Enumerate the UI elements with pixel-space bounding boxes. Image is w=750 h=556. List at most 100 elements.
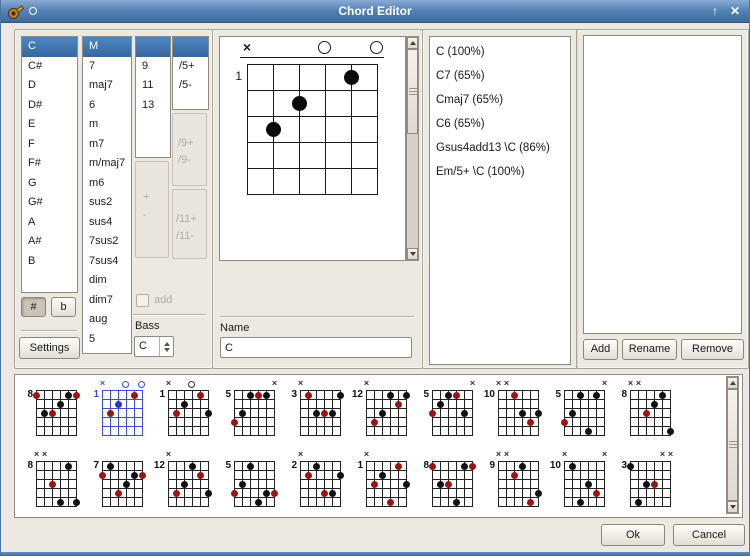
chord-voicing-diagram[interactable]: 8 — [416, 451, 478, 511]
finger-dot[interactable] — [292, 96, 307, 111]
root-item[interactable]: E — [22, 115, 77, 135]
combo-spinner-icon[interactable] — [159, 337, 173, 356]
settings-button[interactable]: Settings — [19, 337, 80, 359]
chord-voicing-diagram[interactable]: 10 × × — [548, 450, 610, 511]
separator — [220, 316, 414, 318]
alteration-5-item[interactable]: /5+ — [173, 57, 208, 77]
root-item[interactable]: D# — [22, 96, 77, 116]
chord-name-input[interactable] — [220, 337, 412, 358]
library-list[interactable] — [583, 35, 742, 334]
bass-combo[interactable]: C — [134, 336, 174, 357]
chord-voicing-diagram[interactable]: 5 × — [548, 379, 610, 440]
chord-name-item[interactable]: Em/5+ \C (100%) — [430, 160, 570, 184]
voicings-panel: 8 1 × 1 × 5 × 3 × 12 × 5 × 10 × × 5 × 8 × × 8 × × 7 12 × 5 2 × 1 × 8 9 × × 1… — [14, 374, 743, 518]
type-item[interactable]: m — [83, 115, 131, 135]
type-item[interactable]: 7sus2 — [83, 232, 131, 252]
extension-item[interactable]: 13 — [136, 96, 170, 116]
add-button[interactable]: Add — [583, 339, 618, 360]
type-item[interactable]: m/maj7 — [83, 154, 131, 174]
diagram-editor-canvas[interactable]: 1 × — [219, 36, 406, 261]
root-item[interactable]: F# — [22, 154, 77, 174]
scroll-up-icon[interactable] — [727, 377, 738, 389]
chord-voicing-diagram[interactable]: 12 × — [152, 450, 214, 511]
muted-string-marker[interactable]: × — [241, 39, 253, 55]
editor-scrollbar[interactable] — [406, 36, 419, 261]
chord-voicing-diagram[interactable]: 8 × × — [614, 379, 676, 440]
chord-name-item[interactable]: C (100%) — [430, 40, 570, 64]
chord-voicing-diagram[interactable]: 8 × × — [20, 450, 82, 511]
chord-voicing-diagram[interactable]: 5 × — [218, 379, 280, 440]
sharp-button[interactable]: # — [21, 297, 46, 317]
type-item[interactable]: 6 — [83, 96, 131, 116]
chord-name-item[interactable]: C7 (65%) — [430, 64, 570, 88]
type-item[interactable]: 7sus4 — [83, 252, 131, 272]
chord-voicing-diagram[interactable]: 9 × × — [482, 450, 544, 511]
scroll-down-icon[interactable] — [407, 248, 418, 260]
ok-button[interactable]: Ok — [601, 524, 665, 546]
scroll-down-icon[interactable] — [727, 501, 738, 513]
root-item[interactable]: G — [22, 174, 77, 194]
type-item[interactable]: M — [83, 37, 131, 57]
chord-voicing-diagram[interactable]: 3 × × — [614, 450, 676, 511]
chord-voicing-diagram[interactable]: 12 × — [350, 379, 412, 440]
type-item[interactable]: sus2 — [83, 193, 131, 213]
chord-voicing-diagram[interactable]: 10 × × — [482, 379, 544, 440]
chord-voicing-diagram[interactable]: 7 — [86, 451, 148, 511]
root-item[interactable]: C# — [22, 57, 77, 77]
extension-item[interactable] — [136, 37, 170, 57]
root-item[interactable]: B — [22, 252, 77, 272]
type-item[interactable]: dim — [83, 271, 131, 291]
type-item[interactable]: aug — [83, 310, 131, 330]
finger-dot — [73, 392, 80, 399]
chord-voicing-diagram[interactable]: 1 × — [350, 450, 412, 511]
extension-item[interactable]: 9 — [136, 57, 170, 77]
rename-button[interactable]: Rename — [622, 339, 677, 360]
remove-button[interactable]: Remove — [681, 339, 744, 360]
finger-dot[interactable] — [266, 122, 281, 137]
type-item[interactable]: m6 — [83, 174, 131, 194]
root-item[interactable]: F — [22, 135, 77, 155]
chord-voicing-diagram[interactable]: 5 — [218, 451, 280, 511]
scroll-up-icon[interactable] — [407, 37, 418, 49]
flat-button[interactable]: b — [51, 297, 76, 317]
root-item[interactable]: D — [22, 76, 77, 96]
finger-dot — [247, 463, 254, 470]
chord-voicing-diagram[interactable]: 1 × — [152, 379, 214, 440]
voicings-scrollbar-thumb[interactable] — [727, 389, 738, 501]
maximize-icon[interactable]: ↑ — [712, 4, 718, 18]
type-item[interactable]: 7 — [83, 57, 131, 77]
chord-voicing-diagram[interactable]: 1 × — [86, 379, 148, 440]
cancel-button[interactable]: Cancel — [673, 524, 745, 546]
finger-dot[interactable] — [344, 70, 359, 85]
add-checkbox[interactable] — [136, 294, 149, 307]
chord-name-item[interactable]: Gsus4add13 \C (86%) — [430, 136, 570, 160]
chord-voicing-diagram[interactable]: 8 — [20, 380, 82, 440]
finger-dot — [329, 490, 336, 497]
type-item[interactable]: dim7 — [83, 291, 131, 311]
open-string-marker[interactable] — [318, 41, 331, 54]
chord-voicing-diagram[interactable]: 5 × — [416, 379, 478, 440]
open-string-marker[interactable] — [370, 41, 383, 54]
titlebar[interactable]: Chord Editor ↑ ✕ — [1, 0, 749, 23]
type-item[interactable]: 5 — [83, 330, 131, 350]
extension-item[interactable]: 11 — [136, 76, 170, 96]
root-item[interactable]: A# — [22, 232, 77, 252]
type-item[interactable]: maj7 — [83, 76, 131, 96]
voicings-scrollbar[interactable] — [726, 376, 739, 514]
finger-dot — [107, 463, 114, 470]
type-item[interactable]: sus4 — [83, 213, 131, 233]
root-item[interactable]: C — [22, 37, 77, 57]
chord-selector-panel: C C# D D# E F F# G G# A A# B # b Settings M 7 maj7 6 m m… — [14, 29, 213, 369]
chord-name-item[interactable]: Cmaj7 (65%) — [430, 88, 570, 112]
chord-voicing-diagram[interactable]: 3 × — [284, 379, 346, 440]
type-item[interactable]: m7 — [83, 135, 131, 155]
root-item[interactable]: A — [22, 213, 77, 233]
chord-voicing-diagram[interactable]: 2 × — [284, 450, 346, 511]
close-icon[interactable]: ✕ — [730, 4, 740, 18]
editor-scrollbar-thumb[interactable] — [407, 49, 418, 134]
chord-name-item[interactable]: C6 (65%) — [430, 112, 570, 136]
root-item[interactable]: G# — [22, 193, 77, 213]
alteration-5-item[interactable]: /5- — [173, 76, 208, 96]
finger-dot — [73, 499, 80, 506]
alteration-5-item[interactable] — [173, 37, 208, 57]
